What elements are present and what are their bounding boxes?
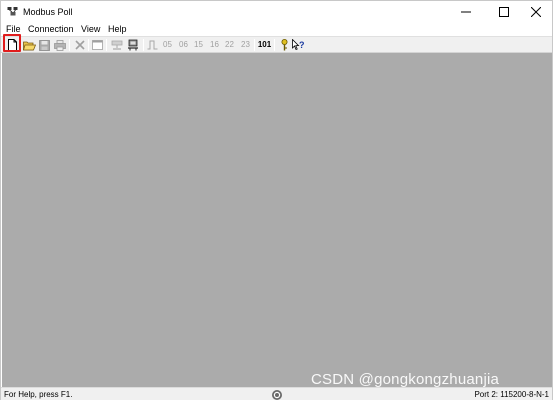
title-bar: Modbus Poll (1, 1, 552, 23)
fc-15-button[interactable]: 15 (192, 38, 205, 52)
toolbar: 05 06 15 16 22 23 101 ? (1, 36, 552, 53)
highlight-box (3, 34, 21, 52)
minimize-icon (461, 11, 471, 13)
menu-bar: File Connection View Help (1, 23, 552, 36)
maximize-button[interactable] (487, 1, 521, 23)
printer-icon (54, 39, 66, 51)
help-pointer-icon: ? (291, 39, 305, 51)
read-101-button[interactable]: 101 (257, 38, 272, 52)
connect-button[interactable] (110, 38, 124, 52)
minimize-button[interactable] (449, 1, 483, 23)
window-button[interactable] (91, 38, 104, 52)
window-icon (92, 40, 103, 50)
status-port-text: Port 2: 115200-8-N-1 (474, 390, 549, 399)
delete-button[interactable] (73, 38, 86, 52)
delete-x-icon (74, 40, 85, 50)
fc-06-button[interactable]: 06 (177, 38, 190, 52)
toolbar-separator (106, 39, 107, 51)
menu-connection[interactable]: Connection (28, 24, 74, 35)
context-help-button[interactable]: ? (291, 38, 305, 52)
toolbar-separator (69, 39, 70, 51)
key-icon (281, 39, 287, 51)
pulse-icon (147, 40, 158, 50)
toolbar-separator (254, 39, 255, 51)
main-window: Modbus Poll File Connection View Help 05… (0, 0, 553, 400)
menu-view[interactable]: View (81, 24, 100, 35)
toolbar-separator (143, 39, 144, 51)
fc-05-button[interactable]: 05 (161, 38, 174, 52)
modbus-app-icon (7, 6, 19, 17)
toolbar-separator (274, 39, 275, 51)
fc-23-button[interactable]: 23 (239, 38, 252, 52)
fc-16-button[interactable]: 16 (208, 38, 221, 52)
fc-22-button[interactable]: 22 (223, 38, 236, 52)
close-button[interactable] (519, 1, 553, 23)
window-title: Modbus Poll (23, 7, 73, 17)
open-folder-icon (22, 41, 36, 50)
pulse-button[interactable] (146, 38, 159, 52)
close-icon (531, 7, 541, 17)
connect-icon (111, 40, 123, 50)
sync-icon (271, 389, 283, 400)
save-disk-icon (39, 39, 50, 51)
save-button[interactable] (38, 38, 51, 52)
toolbar-separator (88, 39, 89, 51)
csdn-watermark: CSDN @gongkongzhuanjia (311, 371, 500, 388)
menu-help[interactable]: Help (108, 24, 127, 35)
disconnect-button[interactable] (126, 38, 140, 52)
about-button[interactable] (278, 38, 290, 52)
mdi-client-area[interactable] (2, 53, 552, 387)
maximize-icon (499, 7, 509, 17)
svg-text:?: ? (299, 40, 305, 50)
disconnect-icon (128, 39, 138, 51)
open-button[interactable] (22, 38, 36, 52)
print-button[interactable] (53, 38, 67, 52)
status-help-text: For Help, press F1. (4, 390, 73, 399)
